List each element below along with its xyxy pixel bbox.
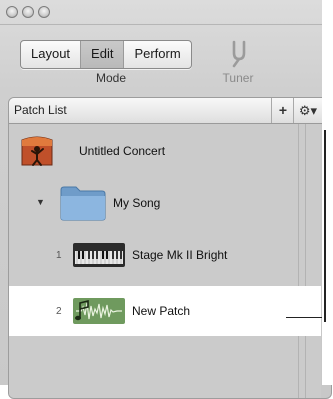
perform-mode-button[interactable]: Perform: [124, 41, 190, 68]
patch-name: Stage Mk II Bright: [132, 248, 228, 262]
edit-mode-button[interactable]: Edit: [81, 41, 125, 68]
patch-row-selected[interactable]: 2 New Patch: [9, 286, 321, 336]
patch-number: 1: [56, 250, 62, 261]
patch-number: 2: [56, 306, 62, 317]
mode-segmented-control: Layout Edit Perform: [20, 40, 192, 69]
tuner-label: Tuner: [222, 71, 254, 85]
song-name: My Song: [113, 196, 161, 210]
window-controls: [6, 6, 50, 18]
close-window-button[interactable]: [6, 6, 18, 18]
minimize-window-button[interactable]: [22, 6, 34, 18]
patch-list-panel: Patch List + ⚙▾ Untitled Concert ▼ My So…: [8, 97, 332, 399]
folder-icon: [60, 186, 106, 221]
zoom-window-button[interactable]: [38, 6, 50, 18]
patch-name: New Patch: [132, 304, 191, 318]
add-patch-button[interactable]: +: [271, 98, 294, 123]
patch-list-header: Patch List + ⚙▾: [9, 98, 331, 124]
patch-list: Untitled Concert ▼ My Song 1 Stage Mk II…: [9, 124, 321, 398]
keyboard-icon: [73, 243, 125, 267]
main-stage-window: Layout Edit Perform Mode Tuner Patch Lis…: [0, 0, 332, 399]
audio-waveform-icon: [73, 298, 125, 324]
patch-row[interactable]: 1 Stage Mk II Bright: [9, 236, 321, 278]
callout-line: [286, 317, 322, 318]
tuning-fork-icon: [232, 40, 246, 68]
concert-name: Untitled Concert: [79, 144, 166, 158]
titlebar-divider: [0, 24, 322, 25]
mode-caption: Mode: [96, 71, 127, 85]
patch-list-action-button[interactable]: ⚙▾: [293, 98, 322, 123]
song-row[interactable]: ▼ My Song: [9, 180, 321, 226]
concert-row[interactable]: Untitled Concert: [9, 132, 321, 170]
concert-icon: [21, 136, 53, 166]
tuner-button[interactable]: Tuner: [218, 38, 258, 88]
disclosure-triangle-icon[interactable]: ▼: [36, 197, 45, 207]
patch-list-title: Patch List: [14, 103, 67, 117]
callout-bracket-line: [324, 130, 326, 322]
layout-mode-button[interactable]: Layout: [21, 41, 82, 68]
